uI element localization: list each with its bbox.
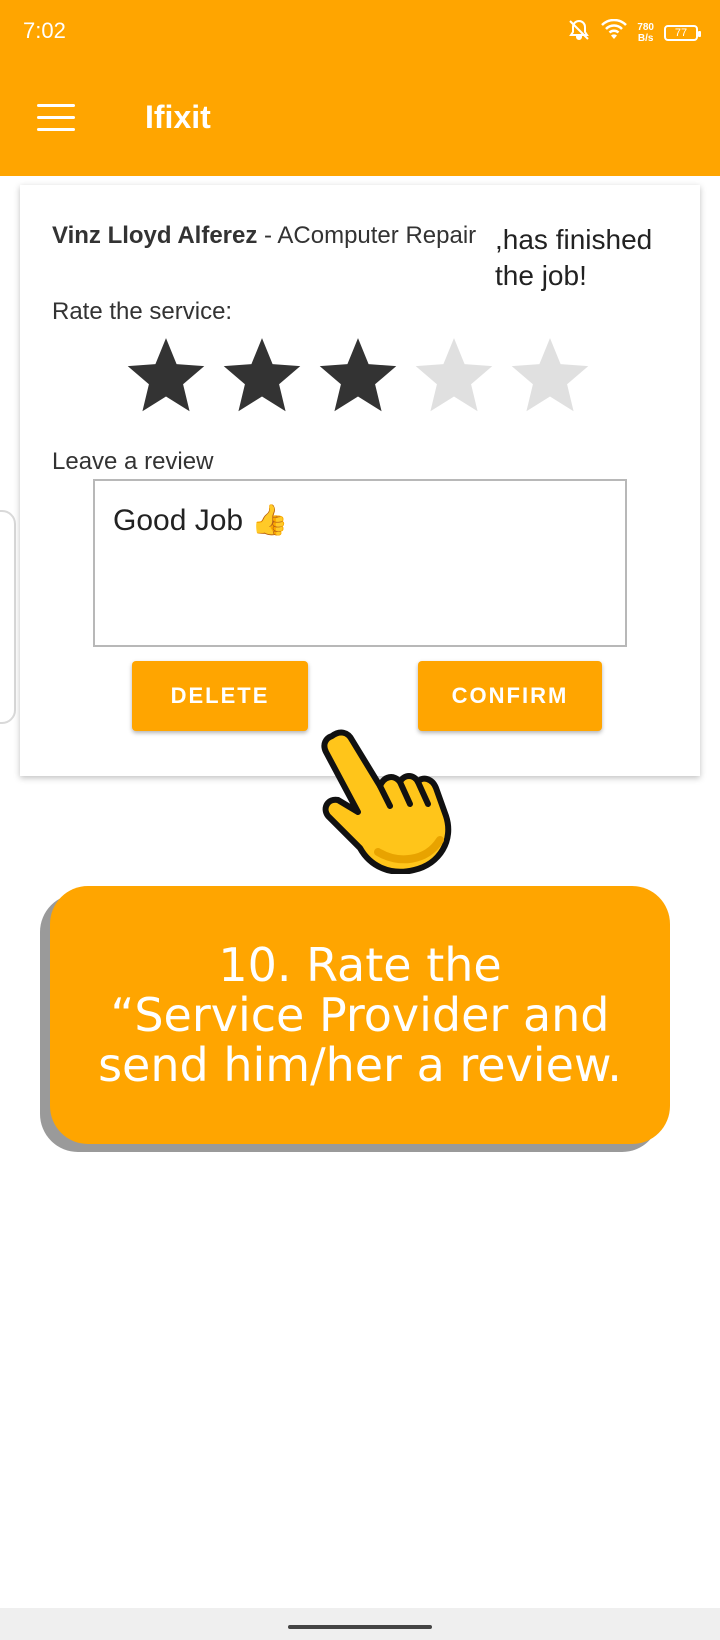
- wifi-icon: [601, 18, 628, 46]
- provider-name: Vinz Lloyd Alferez: [52, 222, 258, 249]
- service-name: AComputer Repair: [277, 222, 477, 249]
- rate-label: Rate the service:: [52, 298, 233, 325]
- star-filled-icon[interactable]: [221, 333, 303, 415]
- star-empty-icon[interactable]: [413, 333, 495, 415]
- confirm-button[interactable]: CONFIRM: [418, 661, 602, 731]
- edge-panel-handle[interactable]: [0, 510, 16, 724]
- home-gesture-bar[interactable]: [288, 1625, 432, 1629]
- finished-text: ,has finished the job!: [495, 224, 653, 291]
- status-time: 7:02: [23, 18, 66, 43]
- separator: -: [257, 222, 278, 249]
- star-filled-icon[interactable]: [125, 333, 207, 415]
- battery-level: 77: [674, 26, 688, 39]
- instruction-text: 10. Rate the “Service Provider and send …: [98, 938, 622, 1092]
- rating-card: Vinz Lloyd Alferez - AComputer Repair ,h…: [20, 185, 700, 776]
- menu-icon[interactable]: [37, 104, 75, 132]
- review-input[interactable]: Good Job 👍: [93, 479, 627, 647]
- app-bar: Ifixit: [0, 64, 720, 176]
- instruction-banner: 10. Rate the “Service Provider and send …: [50, 886, 670, 1144]
- net-speed: 780 B/s: [637, 21, 654, 44]
- battery-icon: 77: [664, 24, 701, 41]
- star-empty-icon[interactable]: [509, 333, 591, 415]
- app-title: Ifixit: [145, 99, 211, 135]
- status-bar: 7:02 780 B/s 77: [0, 0, 720, 64]
- delete-button[interactable]: DELETE: [132, 661, 308, 731]
- review-label: Leave a review: [52, 448, 214, 475]
- navigation-bar: [0, 1608, 720, 1640]
- bell-off-icon: [567, 18, 591, 47]
- star-rating: [125, 333, 591, 415]
- status-icons: 780 B/s 77: [567, 18, 701, 47]
- star-filled-icon[interactable]: [317, 333, 399, 415]
- pointing-hand-icon: [318, 724, 468, 875]
